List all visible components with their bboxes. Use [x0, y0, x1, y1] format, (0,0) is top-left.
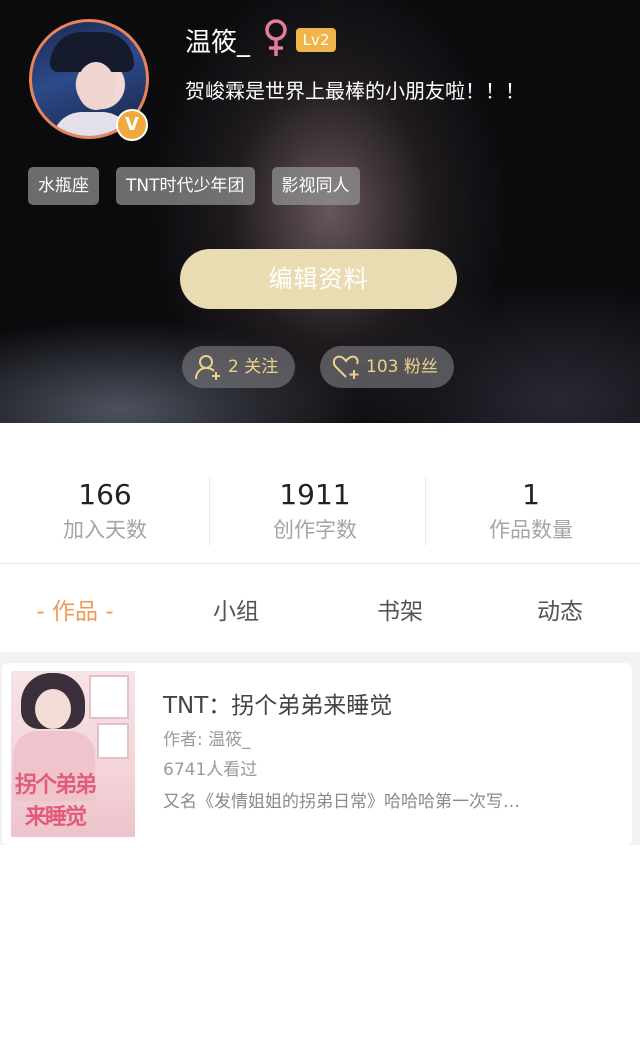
profile-motto: 贺峻霖是世界上最棒的小朋友啦！！！ — [185, 79, 525, 103]
tag-item[interactable]: TNT时代少年团 — [116, 167, 255, 205]
verified-v-icon: V — [116, 109, 148, 141]
cover-title-line: 来睡觉 — [25, 805, 87, 830]
user-add-icon — [195, 355, 220, 380]
divider — [209, 476, 210, 546]
stat-join-days: 166 加入天数 — [0, 478, 210, 544]
profile-header: V 温筱_ Lv2 贺峻霖是世界上最棒的小朋友啦！！！ 水瓶座 TNT时代少年团… — [0, 0, 640, 423]
stat-label: 创作字数 — [273, 518, 357, 542]
stat-label: 作品数量 — [489, 518, 573, 542]
cover-photo — [89, 675, 129, 719]
fans-count: 103 粉丝 — [366, 357, 438, 377]
username: 温筱_ — [185, 28, 251, 58]
heart-add-icon — [332, 355, 359, 379]
cover-figure-face — [35, 689, 71, 729]
fans-count-button[interactable]: 103 粉丝 — [320, 346, 454, 388]
stat-works-count: 1 作品数量 — [426, 478, 636, 544]
follow-count-button[interactable]: 2 关注 — [182, 346, 295, 388]
tag-item[interactable]: 水瓶座 — [28, 167, 99, 205]
tab-works[interactable]: - 作品 - — [24, 592, 126, 626]
book-cover[interactable]: 拐个弟弟 来睡觉 — [11, 671, 135, 837]
tab-activity[interactable]: 动态 — [510, 592, 610, 626]
follow-count: 2 关注 — [228, 357, 279, 377]
work-views: 6741人看过 — [163, 760, 258, 780]
cover-photo — [97, 723, 129, 759]
stat-label: 加入天数 — [63, 518, 147, 542]
tag-item[interactable]: 影视同人 — [271, 167, 360, 205]
avatar-face — [77, 62, 115, 110]
stat-value: 166 — [78, 478, 132, 511]
tab-groups[interactable]: 小组 — [185, 592, 287, 626]
stat-word-count: 1911 创作字数 — [210, 478, 420, 544]
work-title[interactable]: TNT：拐个弟弟来睡觉 — [163, 686, 392, 720]
divider — [425, 476, 426, 546]
stats-bar: 166 加入天数 1911 创作字数 1 作品数量 — [0, 423, 640, 563]
stat-value: 1911 — [279, 478, 351, 511]
tag-list: 水瓶座 TNT时代少年团 影视同人 — [28, 167, 360, 205]
tab-bookshelf[interactable]: 书架 — [350, 592, 450, 626]
female-symbol-icon — [265, 19, 287, 56]
cover-title-line: 拐个弟弟 — [15, 773, 97, 798]
edit-profile-button[interactable]: 编辑资料 — [180, 249, 457, 309]
work-author: 作者: 温筱_ — [163, 730, 251, 750]
work-description: 又名《发情姐姐的拐弟日常》哈哈哈第一次写… — [163, 792, 520, 812]
level-badge: Lv2 — [296, 28, 336, 52]
content-tabs: - 作品 - 小组 书架 动态 — [0, 564, 640, 652]
stat-value: 1 — [522, 478, 540, 511]
